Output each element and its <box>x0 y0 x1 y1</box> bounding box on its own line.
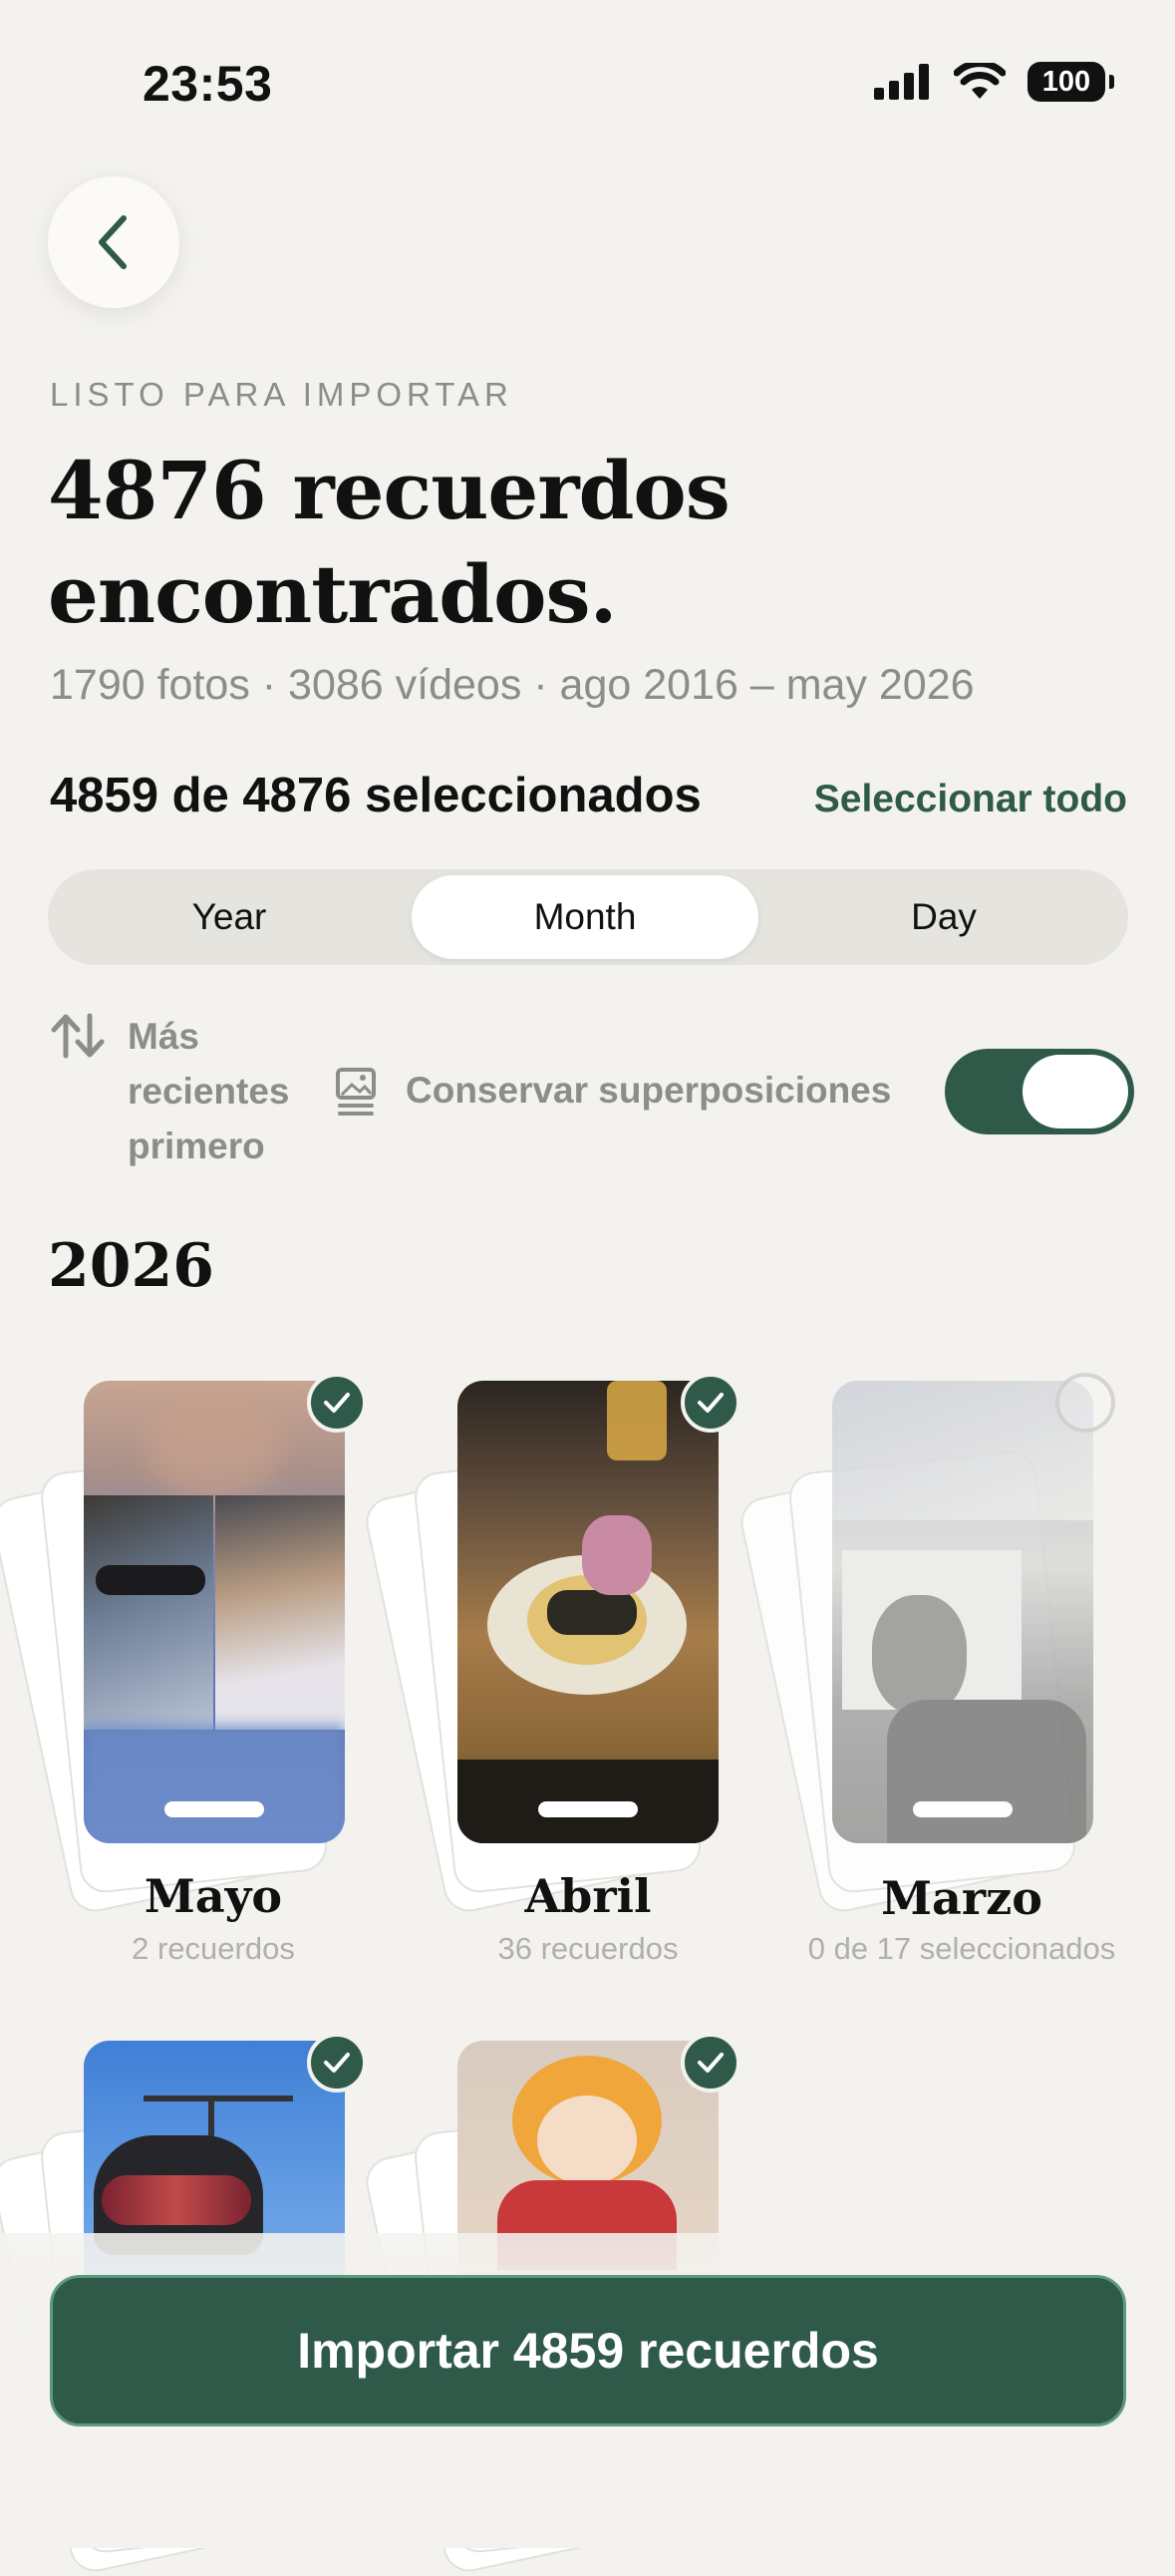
import-button[interactable]: Importar 4859 recuerdos <box>50 2275 1126 2426</box>
eyebrow-label: LISTO PARA IMPORTAR <box>50 376 513 413</box>
month-card-mayo[interactable] <box>0 1373 367 1917</box>
toggle-knob <box>1023 1055 1128 1128</box>
status-icons: 100 <box>874 62 1114 102</box>
card-pill <box>913 1801 1013 1817</box>
page-title-line1: 4876 recuerdos <box>48 444 731 537</box>
sort-order-label[interactable]: Más recientes primero <box>128 1009 327 1173</box>
chevron-left-icon <box>99 215 127 269</box>
year-heading: 2026 <box>48 1231 214 1301</box>
overlay-label: Conservar superposiciones <box>406 1070 892 1111</box>
select-all-button[interactable]: Seleccionar todo <box>814 778 1127 821</box>
sort-icon[interactable] <box>50 1012 106 1065</box>
grouping-segmented-control: Year Month Day <box>48 869 1128 965</box>
month-card-marzo[interactable] <box>735 1373 1115 1917</box>
unselected-circle-icon[interactable] <box>1055 1373 1115 1433</box>
month-count-abril: 36 recuerdos <box>497 1931 679 1966</box>
month-thumbnail <box>832 1381 1093 1843</box>
month-name-mayo: Mayo <box>144 1869 283 1923</box>
month-count-marzo: 0 de 17 seleccionados <box>807 1931 1116 1966</box>
battery-icon: 100 <box>1028 62 1114 102</box>
segment-day[interactable]: Day <box>765 875 1122 959</box>
segment-month[interactable]: Month <box>412 875 758 959</box>
selected-check-icon[interactable] <box>307 1373 367 1433</box>
wifi-icon <box>954 63 1006 99</box>
selected-check-icon[interactable] <box>681 2033 740 2093</box>
month-name-marzo: Marzo <box>881 1871 1042 1925</box>
month-name-abril: Abril <box>524 1869 652 1923</box>
selected-check-icon[interactable] <box>307 2033 367 2093</box>
card-pill <box>538 1801 638 1817</box>
status-time: 23:53 <box>143 56 273 112</box>
selected-count: 4859 de 4876 seleccionados <box>50 769 702 822</box>
back-button[interactable] <box>48 176 179 308</box>
page-title-line2: encontrados. <box>48 547 617 641</box>
month-card-abril[interactable] <box>361 1373 740 1917</box>
summary-subtitle: 1790 fotos · 3086 vídeos · ago 2016 – ma… <box>50 661 975 709</box>
month-count-mayo: 2 recuerdos <box>132 1931 295 1966</box>
month-thumbnail <box>457 1381 719 1843</box>
signal-icon <box>874 64 929 100</box>
segment-year[interactable]: Year <box>54 875 405 959</box>
card-pill <box>164 1801 264 1817</box>
selected-check-icon[interactable] <box>681 1373 740 1433</box>
page-title: 4876 recuerdos encontrados. <box>48 439 945 646</box>
overlay-toggle[interactable] <box>945 1049 1134 1134</box>
month-thumbnail <box>84 1381 345 1843</box>
overlay-image-icon <box>334 1067 378 1124</box>
